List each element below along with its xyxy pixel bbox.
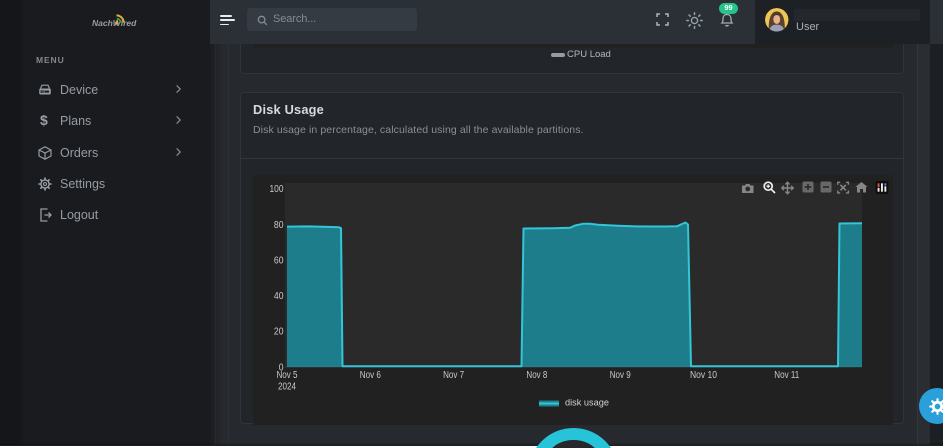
svg-text:100: 100	[270, 183, 284, 195]
svg-text:Nov 10: Nov 10	[690, 369, 717, 381]
svg-text:60: 60	[274, 255, 284, 267]
svg-text:2024: 2024	[278, 381, 296, 393]
svg-text:20: 20	[274, 326, 284, 338]
svg-text:Nov 5: Nov 5	[277, 369, 298, 381]
svg-text:80: 80	[274, 219, 284, 231]
svg-text:disk usage: disk usage	[565, 398, 609, 408]
svg-text:Nov 11: Nov 11	[774, 369, 799, 381]
svg-text:Nov 9: Nov 9	[610, 369, 631, 381]
svg-text:Nov 7: Nov 7	[443, 369, 464, 381]
svg-text:40: 40	[274, 290, 284, 302]
svg-text:Nov 6: Nov 6	[360, 369, 381, 381]
svg-text:Nov 8: Nov 8	[526, 369, 547, 381]
